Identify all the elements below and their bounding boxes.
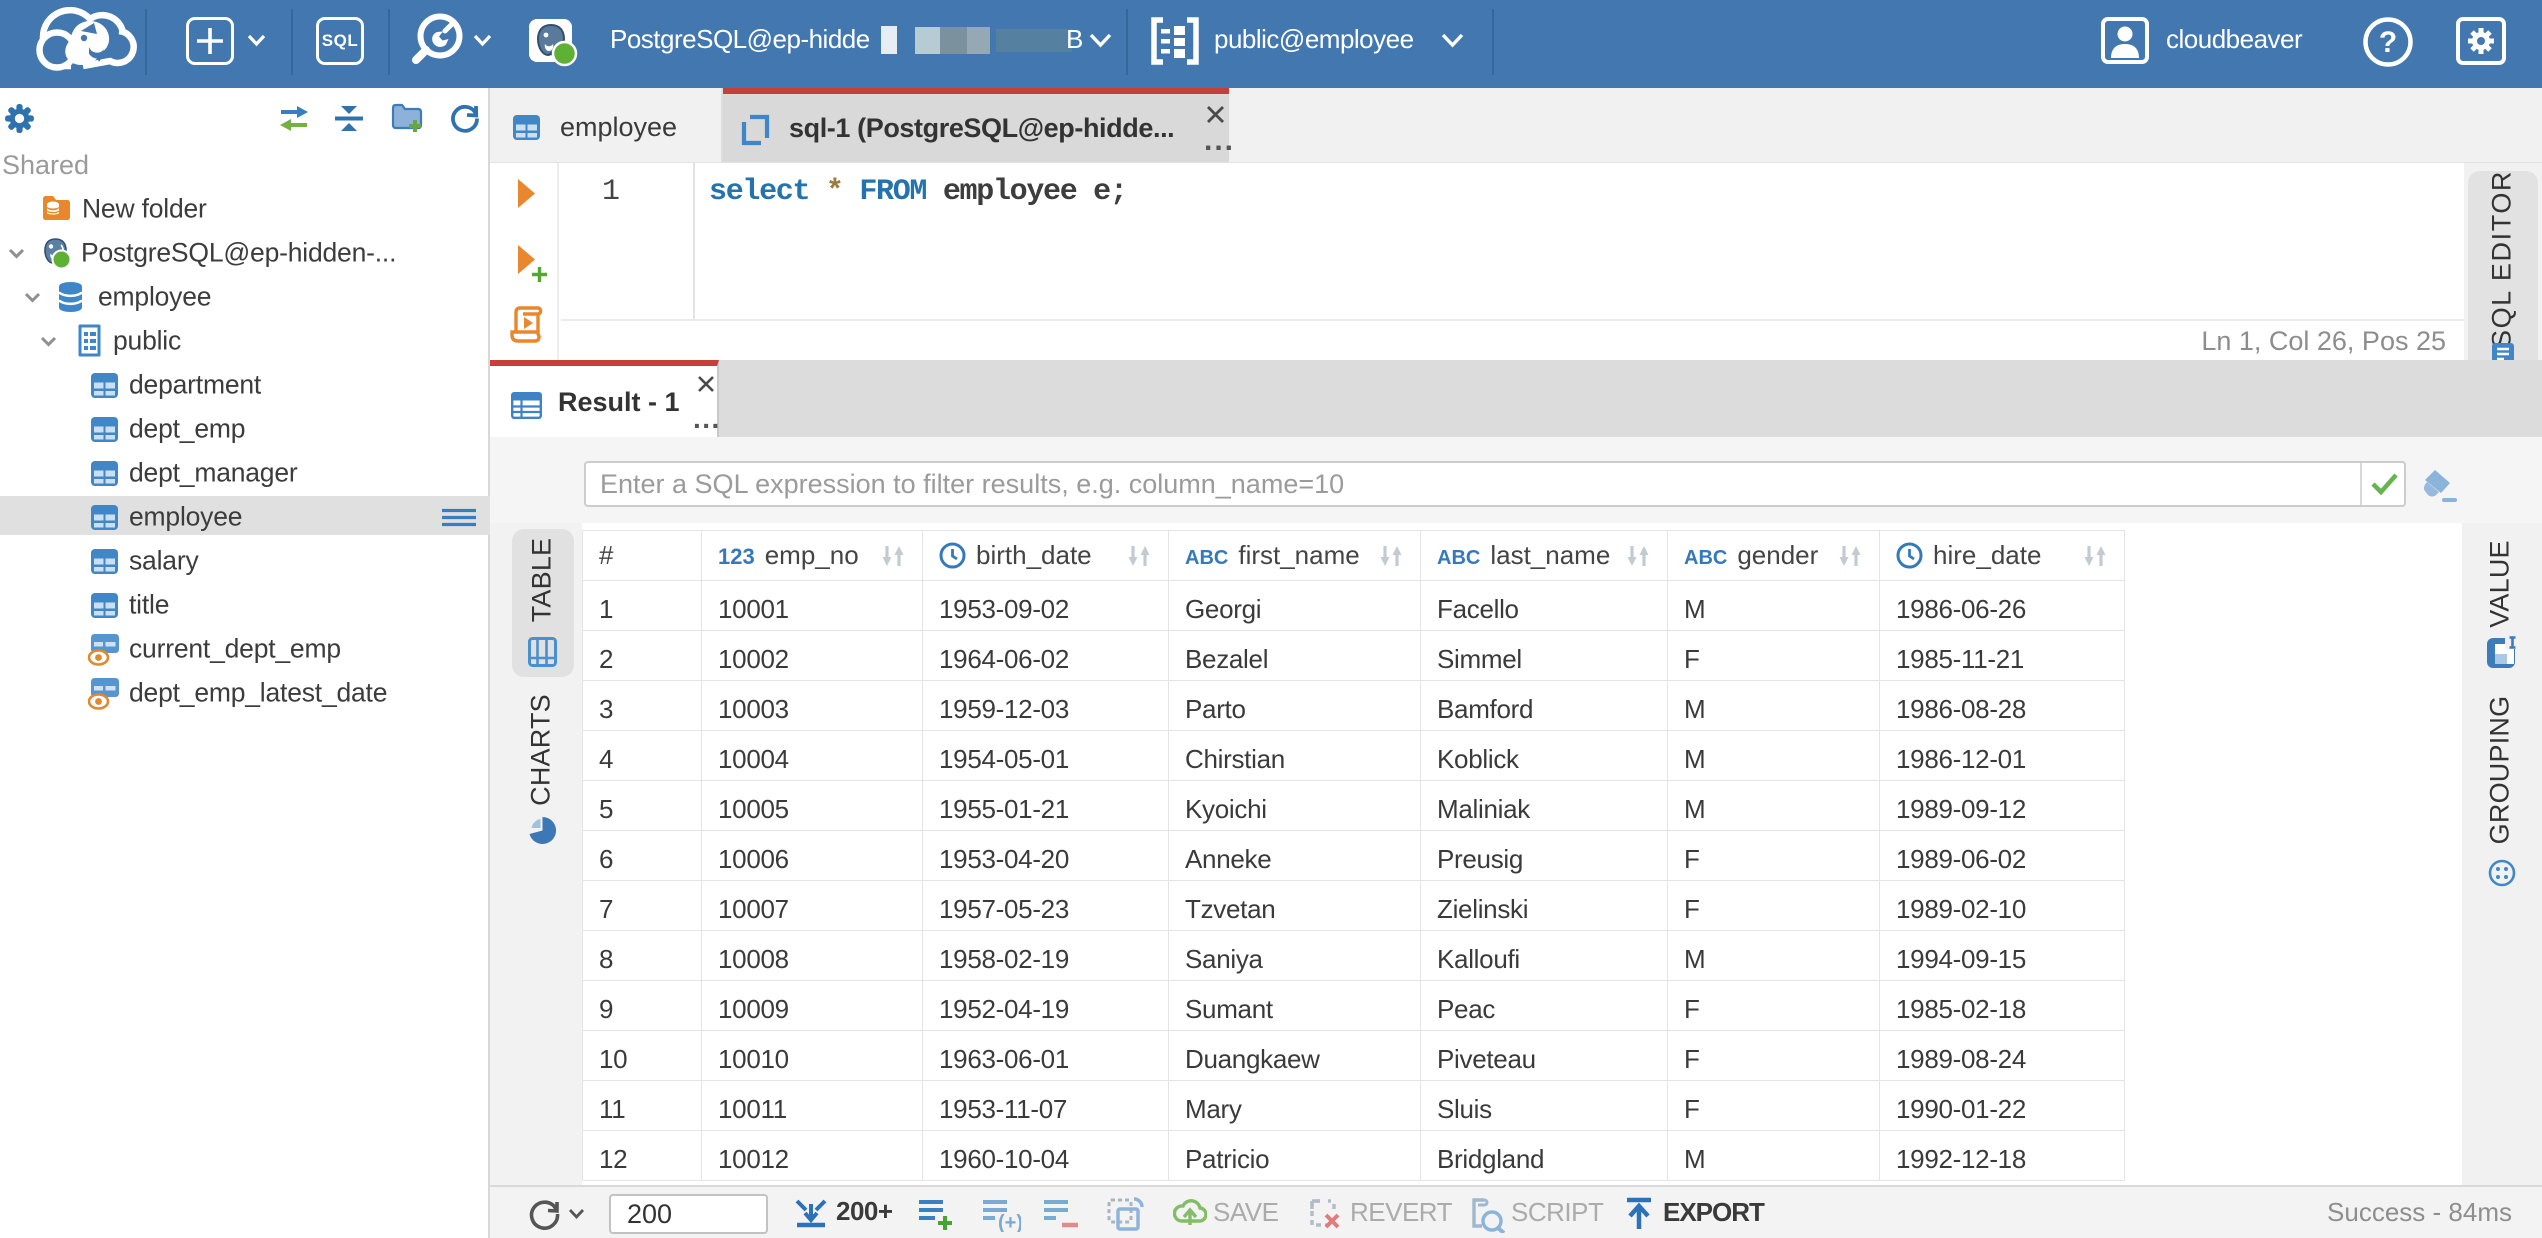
svg-text:?: ? <box>2379 26 2397 59</box>
svg-text:(+): (+) <box>998 1212 1021 1232</box>
